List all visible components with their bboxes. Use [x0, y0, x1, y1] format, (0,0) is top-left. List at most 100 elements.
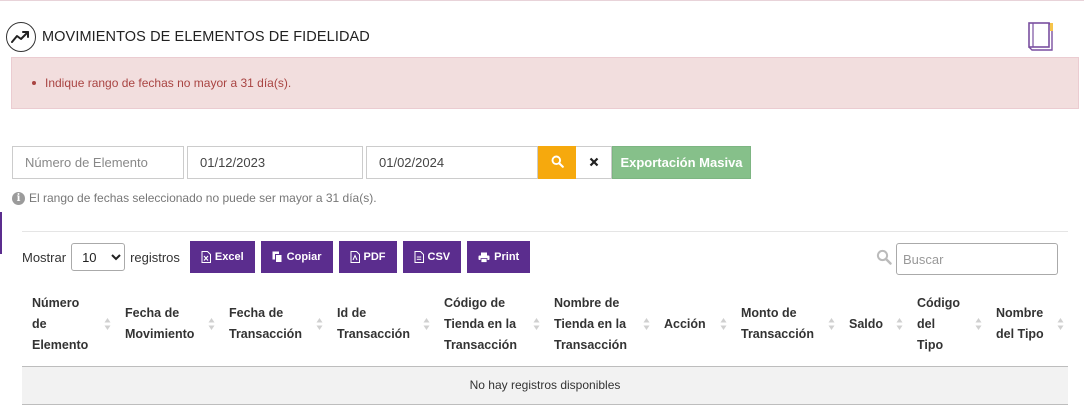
pdf-file-icon [350, 251, 360, 263]
column-header[interactable]: Saldo [839, 283, 907, 367]
pdf-label: PDF [363, 251, 386, 263]
column-header-label: Fecha de Movimiento [125, 303, 211, 345]
element-number-input[interactable] [12, 146, 184, 179]
column-header[interactable]: Monto de Transacción [731, 283, 839, 367]
export-excel-button[interactable]: Excel [189, 241, 255, 273]
sort-arrows-icon[interactable] [1057, 317, 1064, 331]
column-header-text: Transacción [741, 327, 814, 342]
search-icon [876, 249, 892, 270]
close-icon [589, 155, 599, 170]
column-header[interactable]: Acción [654, 283, 731, 367]
column-header-text: Monto de [741, 306, 797, 321]
column-header-text: Número [32, 295, 80, 310]
column-header-text: Elemento [32, 337, 89, 352]
column-header-text: Transacción [229, 327, 302, 342]
page-header: MOVIMIENTOS DE ELEMENTOS DE FIDELIDAD [6, 20, 370, 54]
column-header-text: Fecha de [125, 306, 180, 321]
alert-message: Indique rango de fechas no mayor a 31 dí… [45, 76, 292, 90]
sort-arrows-icon[interactable] [316, 317, 323, 331]
search-icon [551, 155, 564, 171]
info-icon: i [12, 191, 25, 205]
column-header-text: Nombre [996, 306, 1044, 321]
table-header-row: Número de Elemento Fecha de Movimiento Fecha … [22, 283, 1068, 367]
table-row: No hay registros disponibles [22, 366, 1068, 405]
bullet-icon [32, 81, 36, 85]
column-header[interactable]: Código del Tipo [907, 283, 986, 367]
column-header-label: Nombre de Tienda en la Transacción [554, 293, 646, 356]
column-header-text: de [32, 316, 47, 331]
column-header-label: Número de Elemento [32, 293, 107, 356]
book-icon[interactable] [1024, 20, 1056, 52]
column-header-label: Acción [664, 314, 723, 335]
date-range-hint: i El rango de fechas seleccionado no pue… [12, 191, 377, 205]
export-csv-button[interactable]: CSV [402, 241, 462, 273]
csv-label: CSV [427, 251, 451, 263]
sort-arrows-icon[interactable] [828, 317, 835, 331]
column-header-text: Tipo [917, 337, 944, 352]
search-button[interactable] [538, 146, 576, 179]
column-header-text: Transacción [444, 337, 517, 352]
column-header-text: Código [917, 295, 961, 310]
column-header[interactable]: Id de Transacción [327, 283, 434, 367]
hint-text: El rango de fechas seleccionado no puede… [29, 191, 377, 205]
page-title: MOVIMIENTOS DE ELEMENTOS DE FIDELIDAD [42, 29, 370, 45]
sort-arrows-icon[interactable] [104, 317, 111, 331]
printer-icon [478, 252, 490, 263]
column-header-label: Monto de Transacción [741, 303, 831, 345]
column-header-text: del Tipo [996, 327, 1044, 342]
excel-file-icon [201, 251, 211, 263]
column-header-text: Fecha de [229, 306, 284, 321]
table-toolbar: Mostrar 10 registros Excel Copiar PDF CS… [22, 241, 531, 273]
sort-arrows-icon[interactable] [533, 317, 540, 331]
page-length-select[interactable]: 10 [71, 243, 126, 271]
column-header[interactable]: Nombre de Tienda en la Transacción [544, 283, 654, 367]
column-header-text: Nombre de [554, 295, 620, 310]
sort-arrows-icon[interactable] [896, 317, 903, 331]
column-header-label: Nombre del Tipo [996, 303, 1060, 345]
column-header-text: Id de [337, 306, 367, 321]
column-header-text: Transacción [554, 337, 627, 352]
column-header[interactable]: Número de Elemento [22, 283, 115, 367]
sort-arrows-icon[interactable] [643, 317, 650, 331]
sidebar-edge-marker [0, 212, 2, 254]
date-from-input[interactable] [187, 146, 363, 179]
text-file-icon [414, 251, 424, 263]
date-to-input[interactable] [366, 146, 538, 179]
sort-arrows-icon[interactable] [208, 317, 215, 331]
trend-chart-icon [6, 22, 36, 52]
sort-arrows-icon[interactable] [975, 317, 982, 331]
bulk-export-button[interactable]: Exportación Masiva [612, 146, 751, 179]
export-pdf-button[interactable]: PDF [338, 241, 397, 273]
filter-bar: Exportación Masiva [12, 146, 751, 179]
print-label: Print [494, 251, 520, 263]
column-header-text: Tienda en la [554, 316, 627, 331]
column-header-text: Tienda en la [444, 316, 517, 331]
empty-message: No hay registros disponibles [22, 366, 1068, 405]
column-header-text: Movimiento [125, 327, 195, 342]
column-header[interactable]: Nombre del Tipo [986, 283, 1068, 367]
column-header-label: Saldo [849, 314, 899, 335]
top-border [0, 0, 1084, 1]
table-search-input[interactable] [896, 243, 1058, 275]
column-header[interactable]: Fecha de Transacción [219, 283, 327, 367]
show-label: Mostrar [22, 249, 67, 265]
column-header-label: Código del Tipo [917, 293, 978, 356]
copy-icon [272, 251, 283, 263]
clear-button[interactable] [576, 146, 612, 179]
column-header-text: Código de [444, 295, 506, 310]
copy-button[interactable]: Copiar [260, 241, 333, 273]
movements-table: Número de Elemento Fecha de Movimiento Fecha … [22, 283, 1068, 405]
column-header-text: Transacción [337, 327, 410, 342]
column-header-text: del [917, 316, 936, 331]
column-header[interactable]: Código de Tienda en la Transacción [434, 283, 544, 367]
records-label: registros [130, 249, 180, 265]
print-button[interactable]: Print [467, 241, 531, 273]
column-header-text: Acción [664, 316, 706, 331]
copy-label: Copiar [286, 251, 322, 263]
table-search [876, 243, 1058, 275]
column-header[interactable]: Fecha de Movimiento [115, 283, 219, 367]
sort-arrows-icon[interactable] [423, 317, 430, 331]
column-header-label: Fecha de Transacción [229, 303, 319, 345]
section-divider [22, 231, 1068, 232]
sort-arrows-icon[interactable] [720, 317, 727, 331]
